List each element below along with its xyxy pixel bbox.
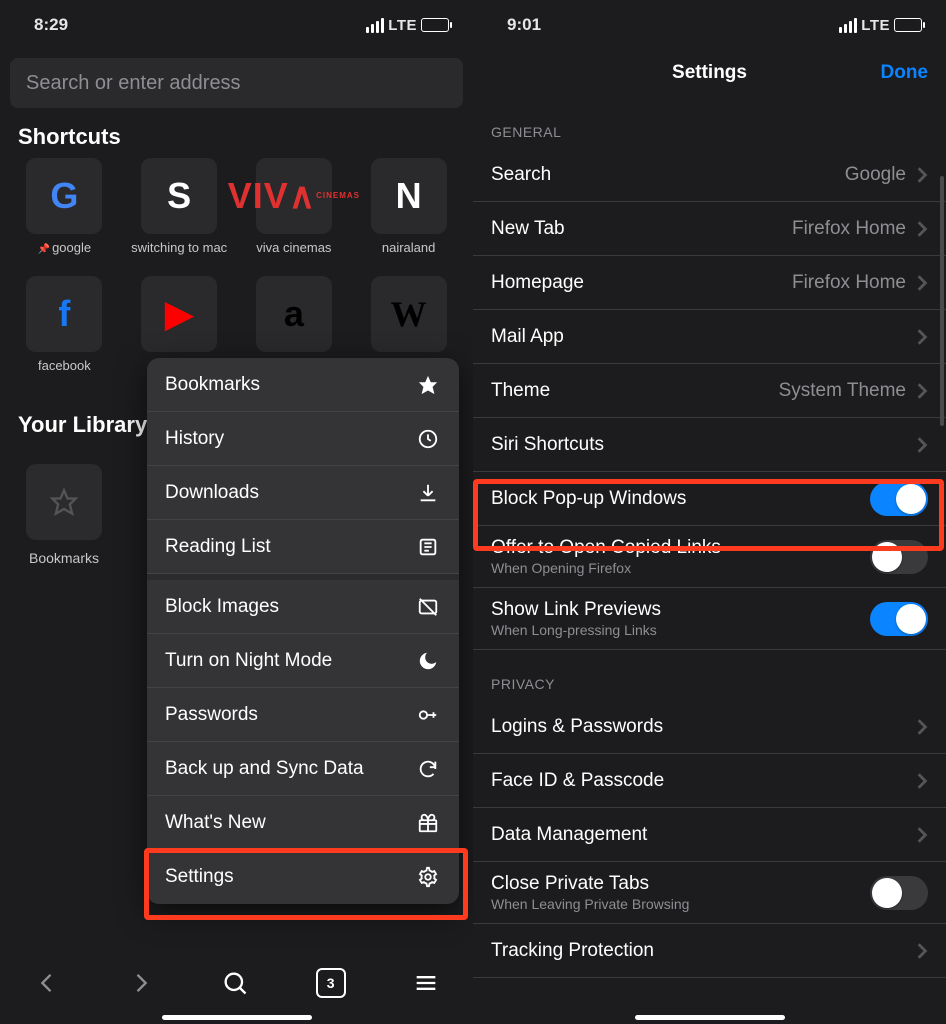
cell-data-management[interactable]: Data Management — [473, 808, 946, 862]
pin-icon: 📌 — [38, 244, 50, 255]
shortcut-viva-cinemas[interactable]: VIV∧CINEMAS viva cinemas — [240, 158, 349, 270]
cell-faceid-passcode[interactable]: Face ID & Passcode — [473, 754, 946, 808]
phone-settings-screen: 9:01 LTE Settings Done GENERAL Search Go… — [473, 0, 946, 1024]
site-icon: S — [151, 168, 207, 224]
download-icon — [415, 482, 441, 504]
sync-icon — [415, 758, 441, 780]
search-button[interactable] — [221, 969, 249, 997]
cell-logins-passwords[interactable]: Logins & Passwords — [473, 700, 946, 754]
toggle-link-previews[interactable] — [870, 602, 928, 636]
cell-copied-links: Offer to Open Copied Links When Opening … — [473, 526, 946, 588]
menu-button[interactable] — [412, 969, 440, 997]
site-icon: VIV∧CINEMAS — [266, 168, 322, 224]
battery-icon — [421, 18, 449, 32]
home-indicator — [162, 1015, 312, 1020]
status-time: 9:01 — [507, 15, 541, 35]
menu-history[interactable]: History — [147, 412, 459, 466]
nav-header: Settings Done — [473, 48, 946, 98]
google-icon: G — [36, 168, 92, 224]
menu-night-mode[interactable]: Turn on Night Mode — [147, 634, 459, 688]
chevron-right-icon — [916, 274, 928, 292]
chevron-right-icon — [916, 718, 928, 736]
menu-downloads[interactable]: Downloads — [147, 466, 459, 520]
chevron-right-icon — [916, 166, 928, 184]
network-label: LTE — [388, 17, 417, 34]
section-general: GENERAL — [473, 98, 946, 148]
library-bookmarks[interactable]: Bookmarks — [10, 464, 118, 566]
address-bar[interactable]: Search or enter address — [10, 58, 463, 108]
bottom-toolbar: 3 — [0, 954, 473, 1012]
forward-button[interactable] — [127, 969, 155, 997]
toggle-block-popups[interactable] — [870, 482, 928, 516]
tabs-button[interactable]: 3 — [316, 968, 346, 998]
cell-link-previews: Show Link Previews When Long-pressing Li… — [473, 588, 946, 650]
shortcuts-heading: Shortcuts — [0, 124, 473, 158]
home-indicator — [635, 1015, 785, 1020]
cell-close-private-tabs: Close Private Tabs When Leaving Private … — [473, 862, 946, 924]
cell-block-popups: Block Pop-up Windows — [473, 472, 946, 526]
chevron-right-icon — [916, 436, 928, 454]
menu-sync[interactable]: Back up and Sync Data — [147, 742, 459, 796]
menu-reading-list[interactable]: Reading List — [147, 520, 459, 574]
toggle-copied-links[interactable] — [870, 540, 928, 574]
chevron-right-icon — [916, 220, 928, 238]
done-button[interactable]: Done — [881, 62, 929, 84]
star-icon — [50, 488, 78, 516]
cell-homepage[interactable]: Homepage Firefox Home — [473, 256, 946, 310]
site-icon: N — [381, 168, 437, 224]
cell-new-tab[interactable]: New Tab Firefox Home — [473, 202, 946, 256]
back-button[interactable] — [33, 969, 61, 997]
menu-block-images[interactable]: Block Images — [147, 580, 459, 634]
cell-siri-shortcuts[interactable]: Siri Shortcuts — [473, 418, 946, 472]
shortcut-google[interactable]: G 📌google — [10, 158, 119, 270]
clock-icon — [415, 428, 441, 450]
moon-icon — [415, 650, 441, 672]
shortcut-facebook[interactable]: f facebook — [10, 276, 119, 388]
status-bar: 9:01 LTE — [473, 0, 946, 44]
cell-mail-app[interactable]: Mail App — [473, 310, 946, 364]
reading-list-icon — [415, 536, 441, 558]
section-privacy: PRIVACY — [473, 650, 946, 700]
gear-icon — [415, 866, 441, 888]
chevron-right-icon — [916, 382, 928, 400]
shortcut-nairaland[interactable]: N nairaland — [354, 158, 463, 270]
chevron-right-icon — [916, 826, 928, 844]
shortcuts-grid: G 📌google S switching to mac VIV∧CINEMAS… — [0, 158, 473, 388]
chevron-right-icon — [916, 942, 928, 960]
status-time: 8:29 — [34, 15, 68, 35]
page-title: Settings — [672, 62, 747, 84]
block-images-icon — [415, 596, 441, 618]
youtube-icon: ▶ — [151, 286, 207, 342]
gift-icon — [415, 812, 441, 834]
cell-theme[interactable]: Theme System Theme — [473, 364, 946, 418]
shortcut-switching-to-mac[interactable]: S switching to mac — [125, 158, 234, 270]
chevron-right-icon — [916, 772, 928, 790]
facebook-icon: f — [36, 286, 92, 342]
signal-icon — [366, 18, 384, 33]
key-icon — [415, 704, 441, 726]
main-menu: Bookmarks History Downloads Reading List — [147, 358, 459, 904]
cell-tracking-protection[interactable]: Tracking Protection — [473, 924, 946, 978]
network-label: LTE — [861, 17, 890, 34]
menu-passwords[interactable]: Passwords — [147, 688, 459, 742]
battery-icon — [894, 18, 922, 32]
search-placeholder: Search or enter address — [26, 72, 241, 95]
phone-home-screen: 8:29 LTE Search or enter address Shortcu… — [0, 0, 473, 1024]
menu-settings[interactable]: Settings — [147, 850, 459, 904]
menu-whats-new[interactable]: What's New — [147, 796, 459, 850]
wikipedia-icon: W — [381, 286, 437, 342]
toggle-close-private-tabs[interactable] — [870, 876, 928, 910]
scroll-indicator — [940, 176, 944, 426]
status-bar: 8:29 LTE — [0, 0, 473, 44]
signal-icon — [839, 18, 857, 33]
chevron-right-icon — [916, 328, 928, 346]
star-icon — [415, 374, 441, 396]
cell-search[interactable]: Search Google — [473, 148, 946, 202]
menu-bookmarks[interactable]: Bookmarks — [147, 358, 459, 412]
amazon-icon: a — [266, 286, 322, 342]
